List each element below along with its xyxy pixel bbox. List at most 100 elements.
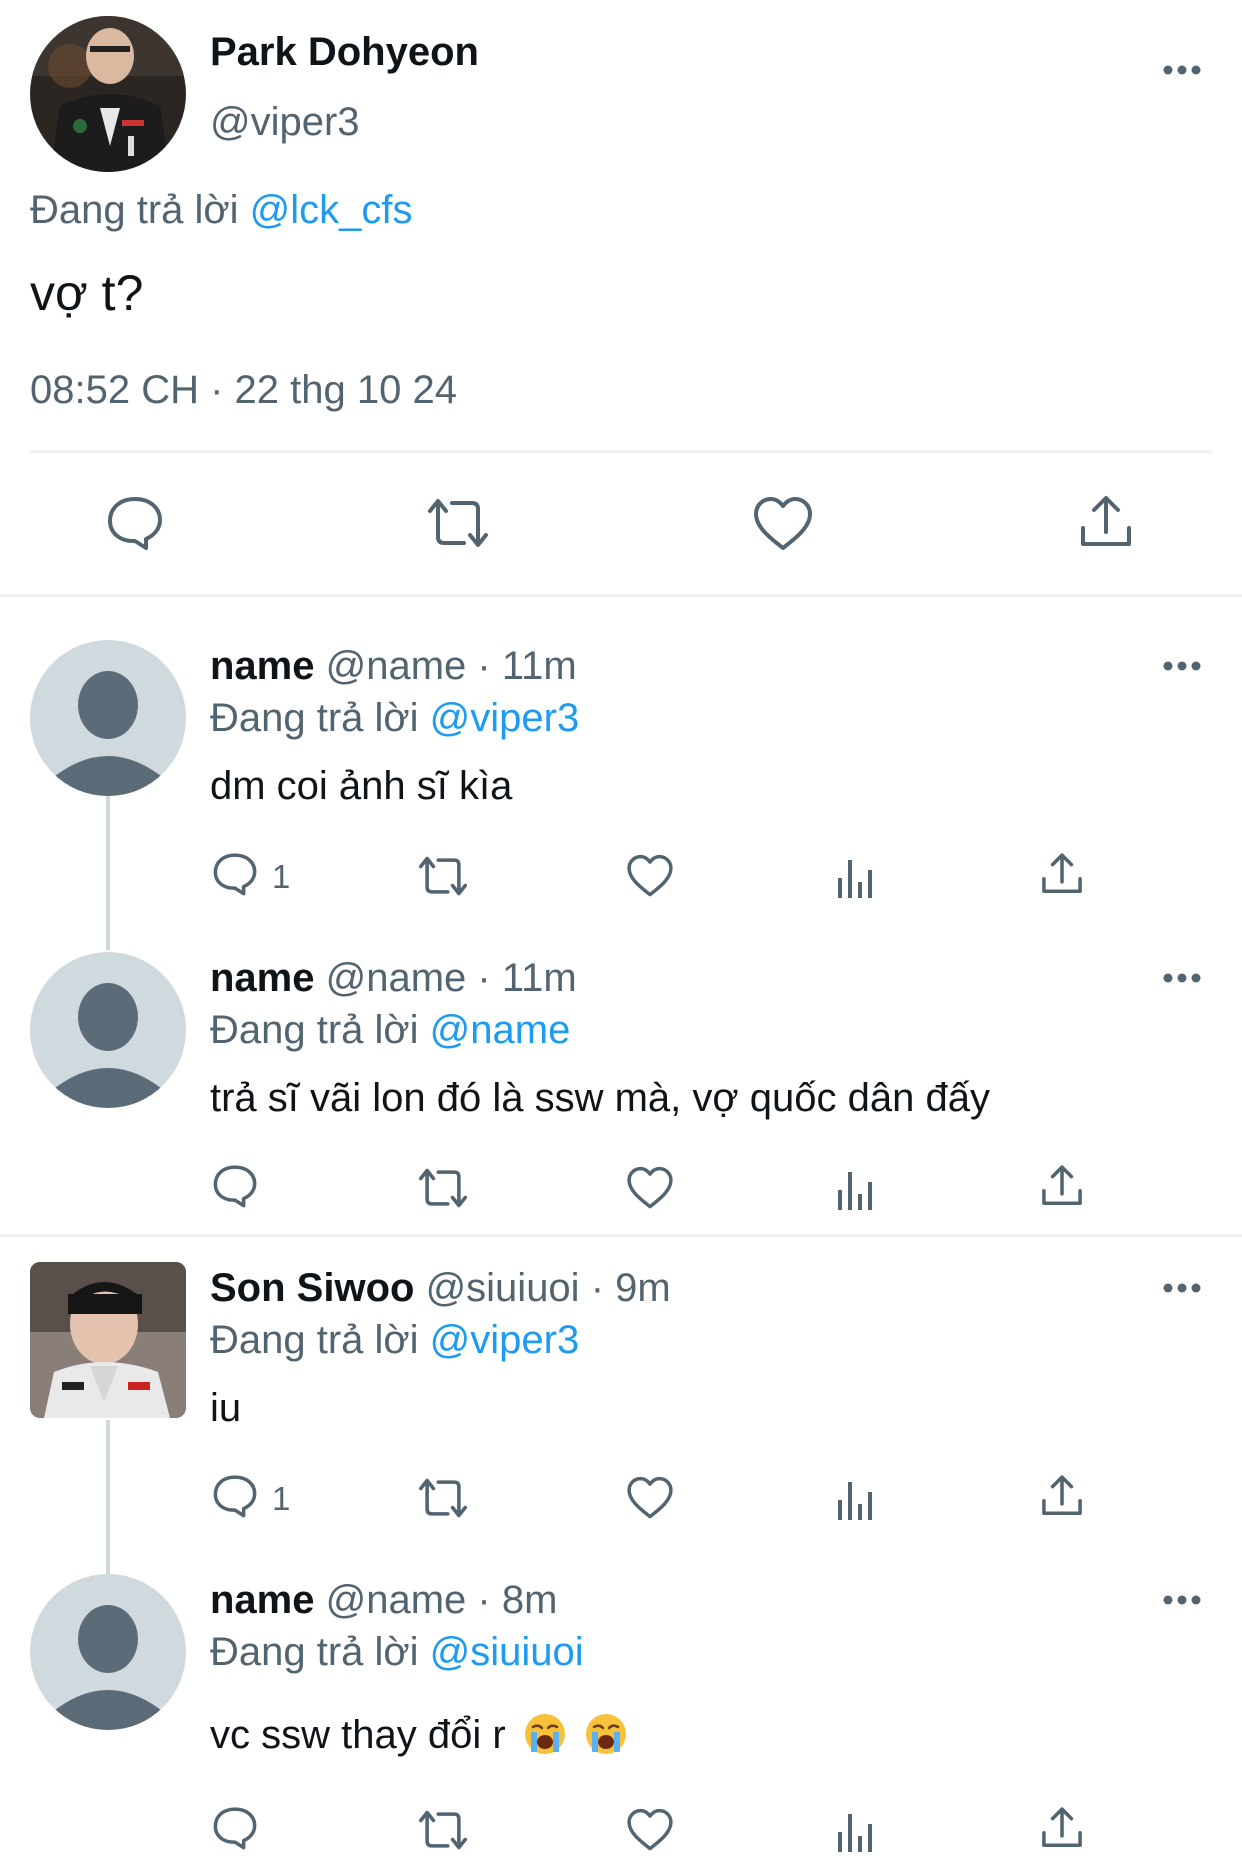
loudly-crying-face-emoji bbox=[585, 1714, 626, 1754]
thread-line bbox=[106, 796, 110, 950]
reply-to-mention[interactable]: @name bbox=[430, 1008, 571, 1052]
thread-line bbox=[106, 1420, 110, 1574]
more-icon bbox=[1163, 661, 1201, 671]
reply-icon bbox=[108, 497, 162, 550]
share-button[interactable] bbox=[1040, 852, 1084, 896]
share-button[interactable] bbox=[1078, 494, 1134, 550]
analytics-button[interactable] bbox=[836, 1168, 876, 1210]
author-name[interactable]: name bbox=[210, 956, 315, 1000]
reply-icon bbox=[213, 853, 257, 896]
retweet-icon bbox=[418, 1168, 468, 1208]
author-handle[interactable]: @name bbox=[326, 1578, 467, 1622]
like-icon bbox=[627, 1808, 673, 1851]
more-icon bbox=[1163, 1283, 1201, 1293]
avatar-default[interactable] bbox=[30, 640, 186, 796]
share-button[interactable] bbox=[1040, 1474, 1084, 1518]
reply-header: name @name · 8m bbox=[210, 1578, 557, 1623]
reply-context: Đang trả lời @lck_cfs bbox=[30, 188, 413, 233]
reply-context: Đang trả lời @viper3 bbox=[210, 696, 579, 741]
retweet-button[interactable] bbox=[416, 855, 470, 897]
reply-prefix: Đang trả lời bbox=[210, 696, 419, 740]
reply-to-mention[interactable]: @viper3 bbox=[430, 1318, 580, 1362]
more-options-button[interactable] bbox=[1160, 656, 1204, 676]
share-icon bbox=[1042, 1475, 1082, 1516]
retweet-button[interactable] bbox=[424, 497, 492, 549]
share-icon bbox=[1042, 853, 1082, 894]
author-handle[interactable]: @name bbox=[326, 644, 467, 688]
reply-button[interactable] bbox=[212, 1474, 258, 1518]
reply-header: Son Siwoo @siuiuoi · 9m bbox=[210, 1266, 671, 1311]
reply-count: 1 bbox=[272, 1480, 291, 1517]
like-button[interactable] bbox=[626, 1166, 674, 1210]
author-name[interactable]: Park Dohyeon bbox=[210, 30, 479, 75]
loudly-crying-face-emoji bbox=[524, 1714, 565, 1754]
section-divider bbox=[0, 594, 1242, 597]
retweet-button[interactable] bbox=[416, 1809, 470, 1851]
author-name[interactable]: name bbox=[210, 644, 315, 688]
like-icon bbox=[627, 854, 673, 897]
reply-icon bbox=[213, 1807, 257, 1850]
reply-to-mention[interactable]: @lck_cfs bbox=[250, 188, 413, 232]
divider bbox=[30, 450, 1212, 453]
retweet-button[interactable] bbox=[416, 1167, 470, 1209]
author-handle[interactable]: @viper3 bbox=[210, 100, 360, 145]
analytics-button[interactable] bbox=[836, 856, 876, 898]
tweet-text: iu bbox=[210, 1386, 242, 1430]
like-button[interactable] bbox=[626, 854, 674, 898]
reply-time[interactable]: · 11m bbox=[477, 644, 576, 688]
reply-time[interactable]: · 9m bbox=[591, 1266, 671, 1310]
like-button[interactable] bbox=[626, 1808, 674, 1852]
retweet-icon bbox=[418, 856, 468, 896]
retweet-icon bbox=[418, 1478, 468, 1518]
section-divider bbox=[0, 1234, 1242, 1237]
reply-header: name @name · 11m bbox=[210, 956, 577, 1001]
more-options-button[interactable] bbox=[1160, 1590, 1204, 1610]
avatar-son-siwoo[interactable] bbox=[30, 1262, 186, 1418]
share-icon bbox=[1042, 1807, 1082, 1848]
analytics-icon bbox=[838, 860, 872, 898]
tweet-text: vợ t? bbox=[30, 265, 144, 321]
more-options-button[interactable] bbox=[1160, 60, 1204, 80]
reply-context: Đang trả lời @viper3 bbox=[210, 1318, 579, 1363]
share-icon bbox=[1081, 496, 1131, 546]
reply-to-mention[interactable]: @siuiuoi bbox=[430, 1630, 584, 1674]
reply-time[interactable]: · 11m bbox=[477, 956, 576, 1000]
author-name[interactable]: name bbox=[210, 1578, 315, 1622]
reply-to-mention[interactable]: @viper3 bbox=[430, 696, 580, 740]
author-handle[interactable]: @name bbox=[326, 956, 467, 1000]
author-handle[interactable]: @siuiuoi bbox=[426, 1266, 580, 1310]
more-icon bbox=[1163, 1595, 1201, 1605]
reply-button[interactable] bbox=[212, 1806, 258, 1850]
reply-button[interactable] bbox=[212, 1164, 258, 1208]
more-options-button[interactable] bbox=[1160, 1278, 1204, 1298]
tweet-timestamp[interactable]: 08:52 CH · 22 thg 10 24 bbox=[30, 368, 457, 413]
like-button[interactable] bbox=[752, 496, 814, 552]
analytics-button[interactable] bbox=[836, 1478, 876, 1520]
more-options-button[interactable] bbox=[1160, 968, 1204, 988]
avatar-default[interactable] bbox=[30, 1574, 186, 1730]
retweet-button[interactable] bbox=[416, 1477, 470, 1519]
avatar-default[interactable] bbox=[30, 952, 186, 1108]
author-name[interactable]: Son Siwoo bbox=[210, 1266, 414, 1310]
retweet-icon bbox=[428, 499, 488, 547]
reply-time[interactable]: · 8m bbox=[477, 1578, 557, 1622]
more-icon bbox=[1163, 973, 1201, 983]
avatar-park-dohyeon[interactable] bbox=[30, 16, 186, 172]
share-button[interactable] bbox=[1040, 1806, 1084, 1850]
reply-button[interactable] bbox=[212, 852, 258, 896]
more-icon bbox=[1163, 65, 1201, 75]
analytics-button[interactable] bbox=[836, 1810, 876, 1852]
share-button[interactable] bbox=[1040, 1164, 1084, 1208]
reply-header: name @name · 11m bbox=[210, 644, 577, 689]
reply-prefix: Đang trả lời bbox=[210, 1318, 419, 1362]
reply-icon bbox=[213, 1165, 257, 1208]
reply-prefix: Đang trả lời bbox=[30, 188, 239, 232]
reply-prefix: Đang trả lời bbox=[210, 1630, 419, 1674]
reply-button[interactable] bbox=[106, 495, 164, 551]
like-button[interactable] bbox=[626, 1476, 674, 1520]
retweet-icon bbox=[418, 1810, 468, 1850]
analytics-icon bbox=[838, 1814, 872, 1852]
analytics-icon bbox=[838, 1482, 872, 1520]
like-icon bbox=[627, 1476, 673, 1519]
reply-context: Đang trả lời @siuiuoi bbox=[210, 1630, 584, 1675]
